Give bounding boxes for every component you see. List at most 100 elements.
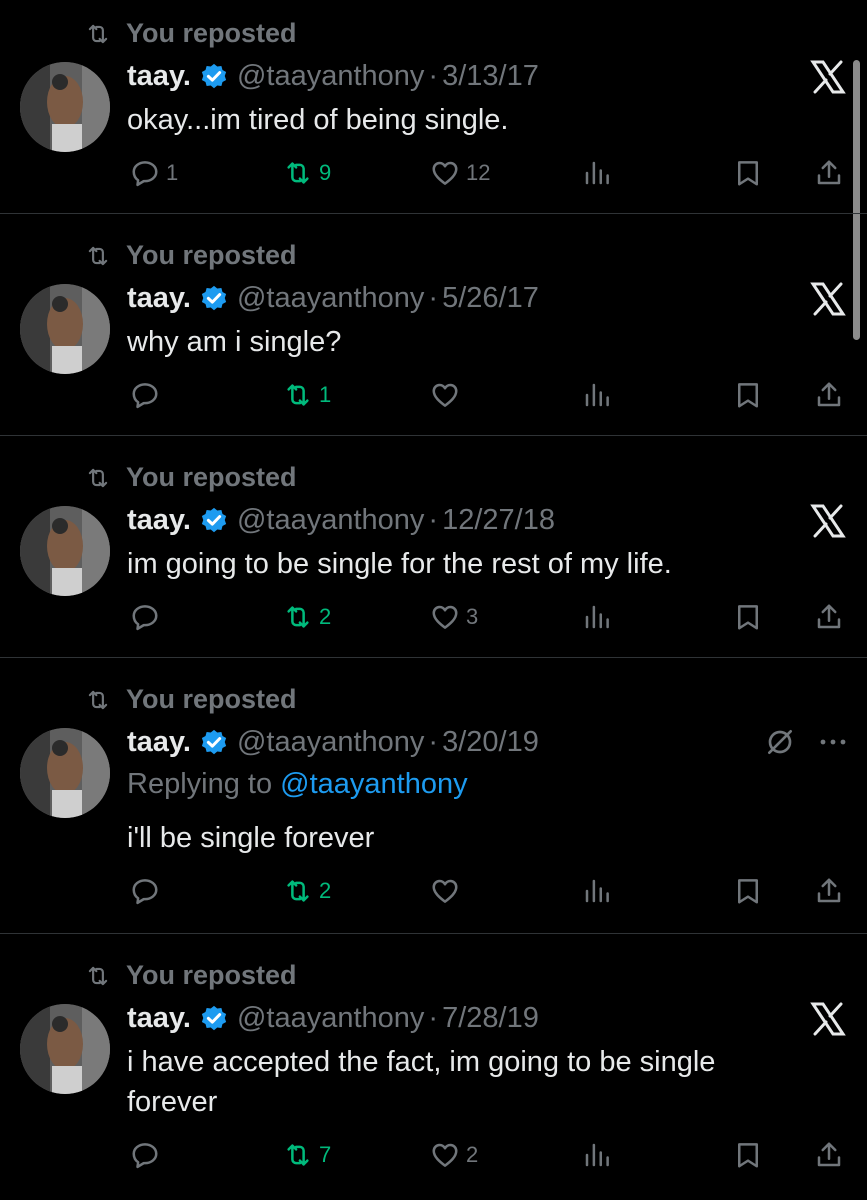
repost-indicator: You reposted bbox=[82, 684, 297, 715]
timestamp[interactable]: 7/28/19 bbox=[442, 1002, 539, 1035]
timestamp[interactable]: 3/20/19 bbox=[442, 726, 539, 759]
share-button[interactable] bbox=[814, 1140, 844, 1170]
avatar[interactable] bbox=[20, 62, 110, 152]
reply-button[interactable] bbox=[130, 876, 166, 906]
views-icon bbox=[582, 602, 612, 632]
divider bbox=[0, 933, 867, 934]
display-name[interactable]: taay. bbox=[127, 282, 191, 315]
timestamp[interactable]: 3/13/17 bbox=[442, 60, 539, 93]
reply-button[interactable] bbox=[130, 602, 166, 632]
bookmark-button[interactable] bbox=[733, 158, 763, 188]
verified-badge-icon bbox=[199, 506, 229, 536]
avatar[interactable] bbox=[20, 506, 110, 596]
separator: · bbox=[428, 726, 439, 758]
like-button[interactable]: 2 bbox=[430, 1140, 478, 1170]
repost-label: You reposted bbox=[126, 684, 297, 714]
repost-label: You reposted bbox=[126, 240, 297, 270]
repost-button[interactable]: 2 bbox=[283, 876, 331, 906]
heart-icon bbox=[430, 158, 460, 188]
muted-icon[interactable] bbox=[764, 726, 796, 758]
views-button[interactable] bbox=[582, 876, 612, 906]
tweet-header: taay. @taayanthony · 7/28/19 bbox=[127, 1002, 539, 1035]
verified-badge-icon bbox=[199, 1004, 229, 1034]
avatar[interactable] bbox=[20, 284, 110, 374]
views-button[interactable] bbox=[582, 380, 612, 410]
handle[interactable]: @taayanthony bbox=[237, 282, 424, 315]
separator: · bbox=[428, 60, 439, 92]
handle[interactable]: @taayanthony bbox=[237, 726, 424, 759]
replying-to-label: Replying to bbox=[127, 768, 273, 800]
divider bbox=[0, 213, 867, 214]
handle[interactable]: @taayanthony bbox=[237, 504, 424, 537]
avatar[interactable] bbox=[20, 1004, 110, 1094]
tweet-header: taay. @taayanthony · 3/20/19 bbox=[127, 726, 539, 759]
like-button[interactable]: 12 bbox=[430, 158, 490, 188]
repost-button[interactable]: 7 bbox=[283, 1140, 331, 1170]
bookmark-button[interactable] bbox=[733, 602, 763, 632]
views-button[interactable] bbox=[582, 602, 612, 632]
repost-label: You reposted bbox=[126, 18, 297, 48]
x-logo-icon bbox=[810, 282, 846, 316]
reply-button[interactable] bbox=[130, 1140, 166, 1170]
scrollbar[interactable] bbox=[853, 60, 860, 340]
share-icon bbox=[814, 876, 844, 906]
bookmark-button[interactable] bbox=[733, 1140, 763, 1170]
repost-indicator: You reposted bbox=[82, 240, 297, 271]
like-button[interactable]: 3 bbox=[430, 602, 478, 632]
separator: · bbox=[428, 1002, 439, 1034]
heart-icon bbox=[430, 602, 460, 632]
timestamp[interactable]: 5/26/17 bbox=[442, 282, 539, 315]
verified-badge-icon bbox=[199, 728, 229, 758]
verified-badge-icon bbox=[199, 284, 229, 314]
bookmark-button[interactable] bbox=[733, 876, 763, 906]
display-name[interactable]: taay. bbox=[127, 504, 191, 537]
display-name[interactable]: taay. bbox=[127, 726, 191, 759]
share-button[interactable] bbox=[814, 158, 844, 188]
share-icon bbox=[814, 602, 844, 632]
divider bbox=[0, 435, 867, 436]
share-button[interactable] bbox=[814, 876, 844, 906]
views-button[interactable] bbox=[582, 1140, 612, 1170]
views-icon bbox=[582, 876, 612, 906]
like-button[interactable] bbox=[430, 876, 466, 906]
repost-indicator: You reposted bbox=[82, 462, 297, 493]
like-count: 2 bbox=[466, 1142, 479, 1167]
repost-button[interactable]: 9 bbox=[283, 158, 331, 188]
repost-indicator: You reposted bbox=[82, 960, 297, 991]
share-button[interactable] bbox=[814, 602, 844, 632]
reply-button[interactable] bbox=[130, 380, 166, 410]
reply-mention-link[interactable]: @taayanthony bbox=[280, 768, 467, 800]
display-name[interactable]: taay. bbox=[127, 1002, 191, 1035]
share-button[interactable] bbox=[814, 380, 844, 410]
more-options-icon[interactable] bbox=[818, 737, 848, 747]
repost-icon bbox=[283, 158, 313, 188]
verified-badge-icon bbox=[199, 62, 229, 92]
bookmark-icon bbox=[733, 158, 763, 188]
repost-button[interactable]: 1 bbox=[283, 380, 331, 410]
tweet-text: i have accepted the fact, im going to be… bbox=[127, 1046, 716, 1118]
heart-icon bbox=[430, 876, 460, 906]
timestamp[interactable]: 12/27/18 bbox=[442, 504, 555, 537]
avatar[interactable] bbox=[20, 728, 110, 818]
repost-icon bbox=[82, 21, 114, 47]
views-button[interactable] bbox=[582, 158, 612, 188]
reply-icon bbox=[130, 876, 160, 906]
like-count: 3 bbox=[466, 604, 479, 629]
bookmark-button[interactable] bbox=[733, 380, 763, 410]
display-name[interactable]: taay. bbox=[127, 60, 191, 93]
like-count: 12 bbox=[466, 160, 491, 185]
tweet-header: taay. @taayanthony · 5/26/17 bbox=[127, 282, 539, 315]
reply-icon bbox=[130, 380, 160, 410]
tweet-text: im going to be single for the rest of my… bbox=[127, 548, 672, 580]
handle[interactable]: @taayanthony bbox=[237, 60, 424, 93]
repost-button[interactable]: 2 bbox=[283, 602, 331, 632]
like-button[interactable] bbox=[430, 380, 466, 410]
x-logo-icon bbox=[810, 504, 846, 538]
bookmark-icon bbox=[733, 1140, 763, 1170]
handle[interactable]: @taayanthony bbox=[237, 1002, 424, 1035]
bookmark-icon bbox=[733, 602, 763, 632]
repost-indicator: You reposted bbox=[82, 18, 297, 49]
repost-count: 9 bbox=[319, 160, 332, 185]
reply-button[interactable]: 1 bbox=[130, 158, 178, 188]
repost-icon bbox=[283, 1140, 313, 1170]
